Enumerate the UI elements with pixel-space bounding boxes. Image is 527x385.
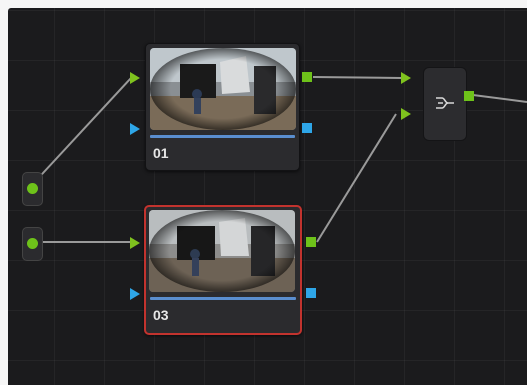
rgb-output-port[interactable] xyxy=(302,72,312,82)
rgb-input-port[interactable] xyxy=(130,237,140,249)
node-graph-canvas[interactable]: 01 03 xyxy=(8,8,527,385)
rgb-output-port[interactable] xyxy=(306,237,316,247)
node-thumbnail xyxy=(150,48,296,130)
wire-node01-to-mixer xyxy=(312,76,402,79)
mixer-input-port-1[interactable] xyxy=(401,72,411,84)
source-output-dot[interactable] xyxy=(27,183,38,194)
corrector-node-01[interactable]: 01 xyxy=(145,43,300,171)
node-label: 01 xyxy=(153,145,169,161)
key-output-port[interactable] xyxy=(306,288,316,298)
parallel-mixer-node[interactable] xyxy=(423,67,467,141)
wire-mixer-output xyxy=(472,94,527,103)
wire-node03-to-mixer xyxy=(316,113,397,243)
mixer-output-port[interactable] xyxy=(464,91,474,101)
parallel-mixer-icon xyxy=(436,97,454,109)
node-thumbnail xyxy=(149,210,295,292)
rgb-input-port[interactable] xyxy=(130,72,140,84)
key-input-port[interactable] xyxy=(130,123,140,135)
source-input-2[interactable] xyxy=(22,227,43,261)
source-output-dot[interactable] xyxy=(27,238,38,249)
corrector-node-03[interactable]: 03 xyxy=(144,205,302,335)
wire-source1-to-node01 xyxy=(30,77,132,187)
node-key-bar xyxy=(150,135,295,138)
mixer-input-port-2[interactable] xyxy=(401,108,411,120)
node-key-bar xyxy=(150,297,296,300)
key-input-port[interactable] xyxy=(130,288,140,300)
key-output-port[interactable] xyxy=(302,123,312,133)
source-input-1[interactable] xyxy=(22,172,43,206)
node-label: 03 xyxy=(153,307,169,323)
